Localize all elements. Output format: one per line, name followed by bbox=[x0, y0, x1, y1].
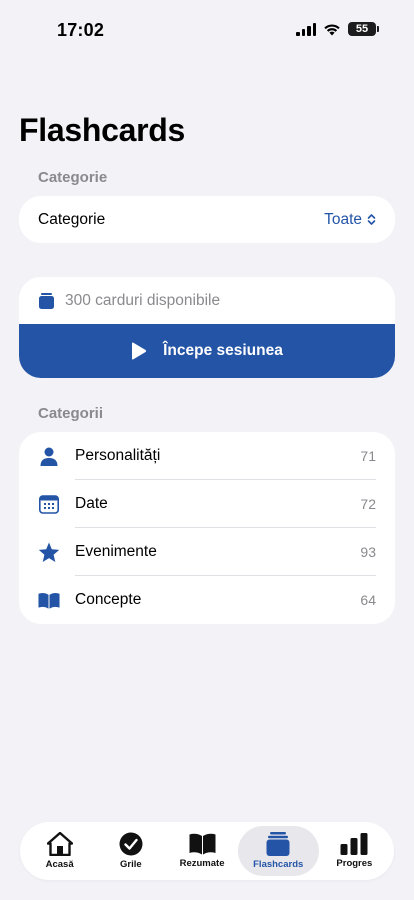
start-session-button[interactable]: Începe sesiunea bbox=[19, 324, 395, 378]
categories-list: Personalități 71 Date 72 Evenimente 93 C… bbox=[19, 432, 395, 624]
battery-icon: 55 bbox=[348, 22, 379, 36]
person-icon bbox=[38, 445, 60, 467]
status-time: 17:02 bbox=[57, 20, 105, 40]
category-item-personalitati[interactable]: Personalități 71 bbox=[19, 432, 395, 480]
tab-progres[interactable]: Progres bbox=[319, 826, 390, 876]
chevron-up-down-icon bbox=[367, 214, 376, 225]
start-session-label: Începe sesiunea bbox=[163, 342, 283, 359]
filter-section-label: Categorie bbox=[38, 169, 108, 186]
tab-flashcards[interactable]: Flashcards bbox=[237, 826, 319, 876]
tab-label: Flashcards bbox=[253, 859, 304, 870]
category-item-date[interactable]: Date 72 bbox=[19, 480, 395, 528]
calendar-icon bbox=[38, 493, 60, 515]
tab-grile[interactable]: Grile bbox=[95, 826, 166, 876]
category-picker-label: Categorie bbox=[38, 210, 106, 228]
status-bar: 17:02 55 bbox=[0, 0, 414, 60]
star-icon bbox=[38, 541, 60, 563]
category-picker-value[interactable]: Toate bbox=[324, 211, 376, 229]
category-item-name: Date bbox=[75, 495, 108, 512]
category-item-count: 93 bbox=[360, 544, 376, 560]
category-picker-selected: Toate bbox=[324, 210, 362, 228]
tab-bar: Acasă Grile Rezumate Flashcards Progres bbox=[20, 822, 394, 880]
tab-label: Progres bbox=[336, 858, 373, 869]
tab-label: Rezumate bbox=[179, 858, 225, 869]
cards-stack-icon bbox=[266, 832, 290, 856]
home-icon bbox=[46, 832, 73, 856]
session-card: 300 carduri disponibile Începe sesiunea bbox=[19, 277, 395, 378]
book-icon bbox=[189, 833, 216, 855]
bar-chart-icon bbox=[340, 833, 368, 855]
play-icon bbox=[132, 342, 147, 360]
category-item-count: 72 bbox=[360, 496, 376, 512]
category-item-name: Concepte bbox=[75, 591, 142, 608]
tab-rezumate[interactable]: Rezumate bbox=[166, 826, 237, 876]
categories-section-label: Categorii bbox=[38, 405, 104, 422]
category-item-name: Personalități bbox=[75, 447, 161, 464]
status-icons: 55 bbox=[296, 22, 379, 36]
category-item-name: Evenimente bbox=[75, 543, 157, 560]
category-picker[interactable]: Categorie Toate bbox=[19, 196, 395, 243]
category-item-evenimente[interactable]: Evenimente 93 bbox=[19, 528, 395, 576]
category-item-concepte[interactable]: Concepte 64 bbox=[19, 576, 395, 624]
page-title: Flashcards bbox=[19, 112, 185, 148]
cards-stack-icon bbox=[39, 292, 54, 309]
available-cards-row: 300 carduri disponibile bbox=[19, 277, 395, 324]
category-item-count: 64 bbox=[360, 592, 376, 608]
wifi-icon bbox=[324, 23, 340, 35]
book-icon bbox=[38, 589, 60, 611]
cellular-signal-icon bbox=[296, 22, 316, 36]
checkmark-circle-icon bbox=[119, 832, 143, 856]
tab-label: Acasă bbox=[45, 859, 74, 870]
category-item-count: 71 bbox=[360, 448, 376, 464]
tab-acasa[interactable]: Acasă bbox=[24, 826, 95, 876]
available-cards-count: 300 carduri disponibile bbox=[65, 291, 221, 309]
tab-label: Grile bbox=[120, 859, 142, 870]
